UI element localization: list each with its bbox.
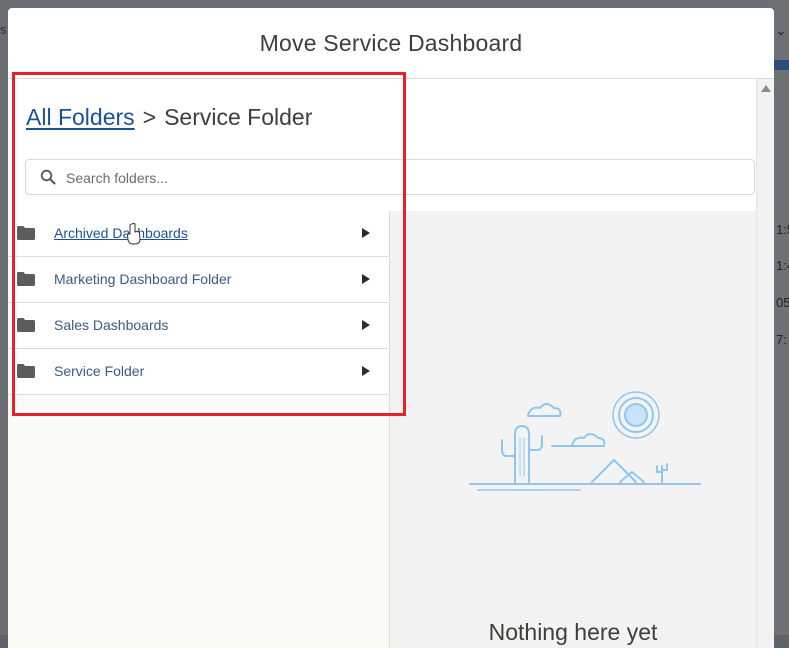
folder-row-marketing-dashboard-folder[interactable]: Marketing Dashboard Folder bbox=[8, 257, 389, 303]
folder-label[interactable]: Service Folder bbox=[54, 363, 144, 379]
folder-label[interactable]: Marketing Dashboard Folder bbox=[54, 271, 231, 287]
breadcrumb-separator: > bbox=[142, 104, 157, 130]
folder-row-archived-dashboards[interactable]: Archived Dashboards bbox=[8, 211, 389, 257]
search-input[interactable] bbox=[64, 165, 748, 191]
search-box[interactable] bbox=[25, 159, 755, 195]
folder-icon bbox=[17, 272, 35, 286]
empty-state-message: Nothing here yet bbox=[488, 619, 658, 645]
background-time-text: 1:5 bbox=[776, 222, 789, 237]
hand-cursor-icon bbox=[127, 223, 141, 245]
breadcrumb: All Folders > Service Folder bbox=[26, 104, 312, 131]
folder-icon bbox=[17, 318, 35, 332]
background-time-text: 7: bbox=[776, 332, 787, 347]
folder-preview-pane: Nothing here yet bbox=[390, 211, 756, 648]
folder-icon bbox=[17, 226, 35, 240]
chevron-right-icon[interactable] bbox=[362, 274, 370, 284]
move-dashboard-modal: Move Service Dashboard All Folders > Servi… bbox=[8, 8, 774, 648]
desert-cactus-illustration bbox=[469, 391, 701, 491]
background-time-text: 05 bbox=[776, 295, 789, 310]
folder-row-sales-dashboards[interactable]: Sales Dashboards bbox=[8, 303, 389, 349]
modal-body: All Folders > Service Folder Archived Dash… bbox=[8, 79, 774, 648]
chevron-down-icon: ⌄ bbox=[775, 22, 787, 38]
modal-header: Move Service Dashboard bbox=[8, 8, 774, 79]
search-icon bbox=[40, 169, 56, 185]
chevron-right-icon[interactable] bbox=[362, 320, 370, 330]
folder-list: Archived Dashboards Marketing Dashboard … bbox=[8, 211, 389, 395]
background-nav-band bbox=[774, 60, 789, 70]
folder-row-service-folder[interactable]: Service Folder bbox=[8, 349, 389, 395]
background-right-edge bbox=[774, 0, 789, 635]
background-left-text: s bbox=[0, 22, 7, 37]
folder-label[interactable]: Archived Dashboards bbox=[54, 225, 188, 241]
folder-list-pane: Archived Dashboards Marketing Dashboard … bbox=[8, 211, 390, 648]
chevron-right-icon[interactable] bbox=[362, 366, 370, 376]
background-left-edge bbox=[0, 0, 8, 635]
scrollbar[interactable] bbox=[756, 79, 774, 648]
background-top-strip bbox=[0, 0, 789, 8]
folder-icon bbox=[17, 364, 35, 378]
chevron-right-icon[interactable] bbox=[362, 228, 370, 238]
scroll-up-arrow-icon[interactable] bbox=[761, 85, 771, 92]
background-time-text: 1:4 bbox=[776, 258, 789, 273]
folder-label[interactable]: Sales Dashboards bbox=[54, 317, 168, 333]
breadcrumb-all-folders-link[interactable]: All Folders bbox=[26, 104, 135, 130]
modal-title: Move Service Dashboard bbox=[259, 30, 523, 56]
breadcrumb-current: Service Folder bbox=[164, 104, 313, 130]
